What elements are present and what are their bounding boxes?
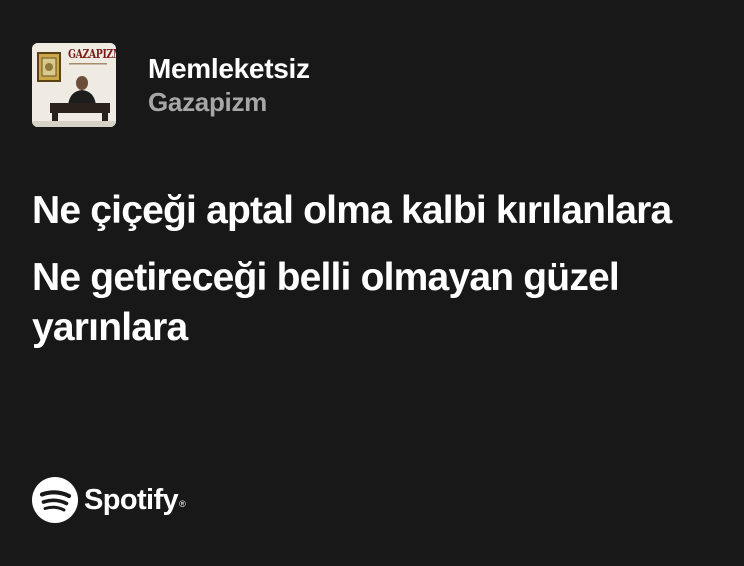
track-title: Memleketsiz — [148, 53, 310, 84]
lyric-line: Ne getireceği belli olmayan güzel yarınl… — [32, 256, 620, 349]
track-meta: Memleketsiz Gazapizm — [148, 52, 310, 118]
spotify-logo-icon — [32, 477, 78, 523]
lyrics-share-card: GAZAPIZM Memleketsiz Gazapizm Ne çiçeği … — [0, 0, 744, 566]
trademark-symbol: ® — [179, 499, 186, 509]
track-artist: Gazapizm — [148, 87, 267, 117]
album-cover: GAZAPIZM — [32, 43, 116, 127]
spotify-wordmark: Spotify — [84, 484, 179, 516]
album-cover-title: GAZAPIZM — [68, 47, 116, 61]
lyrics-block: Ne çiçeği aptal olma kalbi kırılanlara N… — [32, 186, 722, 370]
lyric-line: Ne çiçeği aptal olma kalbi kırılanlara — [32, 189, 672, 232]
spotify-branding: Spotify ® — [32, 477, 186, 523]
track-header: GAZAPIZM Memleketsiz Gazapizm — [32, 43, 310, 127]
